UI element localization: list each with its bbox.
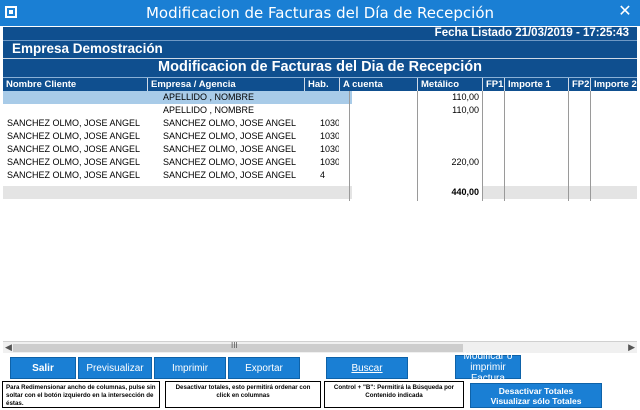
- report-title: Modificacion de Facturas del Dia de Rece…: [158, 59, 482, 75]
- cell-hab: [318, 104, 339, 117]
- cell-metalico: [417, 169, 482, 182]
- cell-metalico: [417, 143, 482, 156]
- cell-hab: 10302: [320, 118, 339, 128]
- modificar-label: Modificar o: [463, 350, 513, 362]
- cell-fp1: [482, 91, 504, 104]
- date-bar: Fecha Listado 21/03/2019 - 17:25:43: [3, 27, 637, 41]
- table-row[interactable]: APELLIDO , NOMBRE 110,00: [3, 104, 637, 117]
- column-header-nombre-cliente[interactable]: Nombre Cliente: [3, 78, 147, 92]
- cell-a-cuenta: [352, 130, 417, 143]
- total-metalico: 440,00: [417, 186, 482, 199]
- cell-nombre-cliente: SANCHEZ OLMO, JOSE ANGEL: [7, 170, 141, 180]
- column-divider[interactable]: [417, 91, 418, 201]
- cell-empresa-agencia: SANCHEZ OLMO, JOSE ANGEL: [163, 170, 297, 180]
- table-body: APELLIDO , NOMBRE 110,00 APELLIDO , NOMB…: [3, 91, 637, 341]
- title-bar: Modificacion de Facturas del Día de Rece…: [0, 0, 640, 26]
- column-header-fp2[interactable]: FP2: [568, 78, 590, 92]
- cell-hab: [318, 91, 339, 104]
- cell-fp2: [568, 91, 590, 104]
- cell-hab: 10301: [320, 144, 339, 154]
- cell-nombre-cliente: SANCHEZ OLMO, JOSE ANGEL: [7, 157, 141, 167]
- listing-date: Fecha Listado 21/03/2019 - 17:25:43: [434, 27, 629, 39]
- horizontal-scrollbar[interactable]: ◀ III ▶: [3, 341, 637, 353]
- modificar-factura-button[interactable]: Modificar o imprimir Factura: [455, 351, 521, 384]
- scroll-right-icon[interactable]: ▶: [628, 342, 635, 353]
- column-divider[interactable]: [590, 91, 591, 201]
- cell-empresa-agencia: APELLIDO , NOMBRE: [163, 105, 255, 115]
- column-divider[interactable]: [349, 91, 350, 201]
- cell-nombre-cliente: SANCHEZ OLMO, JOSE ANGEL: [7, 118, 141, 128]
- cell-metalico: [417, 117, 482, 130]
- column-header-a-cuenta[interactable]: A cuenta: [339, 78, 417, 92]
- previsualizar-button[interactable]: Previsualizar: [78, 357, 152, 379]
- company-name: Empresa Demostración: [12, 41, 163, 56]
- table-row[interactable]: APELLIDO , NOMBRE 110,00: [3, 91, 637, 104]
- cell-hab: 4: [320, 170, 326, 180]
- column-divider[interactable]: [568, 91, 569, 201]
- column-divider[interactable]: [482, 91, 483, 201]
- window-title: Modificacion de Facturas del Día de Rece…: [145, 4, 495, 22]
- buscar-button[interactable]: Buscar: [326, 357, 408, 379]
- scroll-left-icon[interactable]: ◀: [5, 342, 12, 353]
- cell-empresa-agencia: APELLIDO , NOMBRE: [163, 92, 255, 102]
- totals-row: 440,00: [3, 186, 637, 199]
- column-header-empresa-agencia[interactable]: Empresa / Agencia: [147, 78, 304, 92]
- cell-empresa-agencia: SANCHEZ OLMO, JOSE ANGEL: [163, 131, 297, 141]
- cell-empresa-agencia: SANCHEZ OLMO, JOSE ANGEL: [163, 144, 297, 154]
- cell-importe-2: [590, 91, 637, 104]
- column-header-hab[interactable]: Hab.: [304, 78, 339, 92]
- cell-nombre-cliente: SANCHEZ OLMO, JOSE ANGEL: [7, 144, 141, 154]
- totals-help-note: Desactivar totales, esto permitirá orden…: [165, 381, 321, 408]
- table-row[interactable]: SANCHEZ OLMO, JOSE ANGEL SANCHEZ OLMO, J…: [3, 169, 637, 182]
- table-row[interactable]: SANCHEZ OLMO, JOSE ANGEL SANCHEZ OLMO, J…: [3, 143, 637, 156]
- cell-nombre-cliente: SANCHEZ OLMO, JOSE ANGEL: [7, 131, 141, 141]
- cell-a-cuenta: [352, 104, 417, 117]
- cell-a-cuenta: [352, 117, 417, 130]
- visualizar-totales-label: Visualizar sólo Totales: [490, 395, 582, 406]
- total-a-cuenta: [352, 186, 417, 199]
- close-icon[interactable]: ✕: [610, 0, 640, 26]
- column-header-metalico[interactable]: Metálico: [417, 78, 482, 92]
- cell-nombre-cliente: [3, 104, 147, 117]
- scrollbar-thumb[interactable]: [13, 344, 463, 352]
- column-divider[interactable]: [504, 91, 505, 201]
- cell-empresa-agencia: SANCHEZ OLMO, JOSE ANGEL: [163, 157, 297, 167]
- cell-a-cuenta: [352, 169, 417, 182]
- cell-metalico: [417, 130, 482, 143]
- table-row[interactable]: SANCHEZ OLMO, JOSE ANGEL SANCHEZ OLMO, J…: [3, 117, 637, 130]
- cell-nombre-cliente: [3, 91, 147, 104]
- column-header-fp1[interactable]: FP1: [482, 78, 504, 92]
- desactivar-totales-label: Desactivar Totales: [498, 385, 574, 396]
- cell-a-cuenta: [352, 156, 417, 169]
- salir-button[interactable]: Salir: [10, 357, 76, 379]
- cell-metalico: 110,00: [452, 105, 479, 115]
- scrollbar-grip: III: [231, 341, 238, 350]
- table-row[interactable]: SANCHEZ OLMO, JOSE ANGEL SANCHEZ OLMO, J…: [3, 130, 637, 143]
- column-header-importe-1[interactable]: Importe 1: [504, 78, 568, 92]
- imprimir-factura-label: imprimir Factura: [470, 361, 506, 384]
- table-row[interactable]: SANCHEZ OLMO, JOSE ANGEL SANCHEZ OLMO, J…: [3, 156, 637, 169]
- cell-empresa-agencia: SANCHEZ OLMO, JOSE ANGEL: [163, 118, 297, 128]
- cell-metalico: 220,00: [451, 157, 479, 167]
- cell-hab: 10301: [320, 157, 339, 167]
- desactivar-totales-button[interactable]: Desactivar Totales Visualizar sólo Total…: [470, 383, 602, 408]
- cell-metalico: 110,00: [417, 91, 482, 104]
- search-help-note: Control + "B": Permitirá la Búsqueda por…: [324, 381, 464, 408]
- cell-hab: 10301: [320, 131, 339, 141]
- cell-importe-1: [504, 91, 568, 104]
- imprimir-button[interactable]: Imprimir: [154, 357, 226, 379]
- exportar-button[interactable]: Exportar: [228, 357, 300, 379]
- table-header: Nombre Cliente Empresa / Agencia Hab. A …: [3, 77, 637, 92]
- resize-help-note: Para Redimensionar ancho de columnas, pu…: [2, 381, 160, 408]
- cell-a-cuenta: [352, 143, 417, 156]
- cell-a-cuenta: [352, 91, 417, 104]
- column-header-importe-2[interactable]: Importe 2: [590, 78, 637, 92]
